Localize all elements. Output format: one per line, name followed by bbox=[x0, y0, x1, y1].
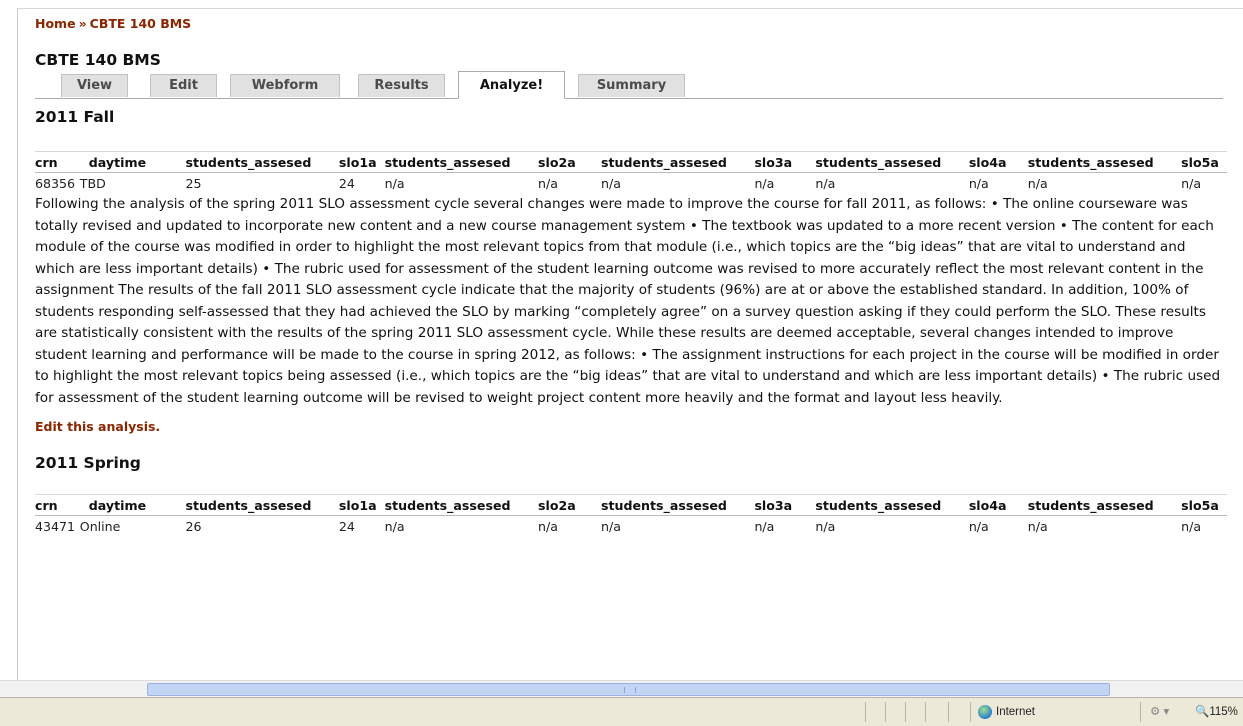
status-pane bbox=[905, 702, 906, 722]
horizontal-scrollbar[interactable] bbox=[0, 680, 1243, 698]
section-title-spring: 2011 Spring bbox=[35, 454, 141, 472]
left-divider bbox=[17, 8, 18, 680]
table-row: 43471 Online 26 24 n/a n/a n/a n/a n/a n… bbox=[35, 516, 1227, 538]
status-pane bbox=[885, 702, 886, 722]
page-viewport: Home» CBTE 140 BMS CBTE 140 BMS View Edit… bbox=[0, 0, 1243, 680]
column-header: crn bbox=[35, 151, 80, 173]
tab-bar: View Edit Webform Results Analyze! Summa… bbox=[35, 71, 1223, 99]
tab-view[interactable]: View bbox=[61, 74, 128, 97]
cell-students-assessed: n/a bbox=[601, 519, 621, 534]
status-bar: Internet ⚙ ▾ 🔍115% bbox=[0, 697, 1243, 726]
protected-mode-icon[interactable]: ⚙ ▾ bbox=[1150, 702, 1169, 722]
globe-icon bbox=[978, 704, 992, 719]
column-header: slo3a bbox=[754, 151, 816, 173]
column-header: slo4a bbox=[968, 151, 1028, 173]
column-header: crn bbox=[35, 494, 80, 516]
column-header: students_assesed bbox=[601, 494, 755, 516]
cell-students-assessed: 26 bbox=[185, 519, 202, 534]
cell-daytime: TBD bbox=[79, 176, 106, 191]
column-header: slo3a bbox=[754, 494, 816, 516]
cell-crn: 43471 bbox=[35, 519, 76, 534]
cell-slo5a: n/a bbox=[1181, 519, 1202, 534]
results-table-spring: crn daytime students_assesed slo1a stude… bbox=[35, 494, 1227, 537]
column-header: daytime bbox=[79, 494, 186, 516]
main-content: Home» CBTE 140 BMS CBTE 140 BMS View Edit… bbox=[35, 14, 1227, 537]
cell-slo5a: n/a bbox=[1181, 176, 1202, 191]
breadcrumb-separator: » bbox=[78, 16, 87, 31]
breadcrumb-home-link[interactable]: Home bbox=[35, 16, 76, 31]
cell-students-assessed: n/a bbox=[384, 176, 405, 191]
column-header: slo5a bbox=[1181, 494, 1227, 516]
status-pane bbox=[925, 702, 926, 722]
column-header: students_assesed bbox=[815, 151, 969, 173]
column-header: students_assesed bbox=[185, 494, 339, 516]
cell-students-assessed: n/a bbox=[1027, 519, 1048, 534]
table-header-row: crn daytime students_assesed slo1a stude… bbox=[35, 151, 1227, 173]
page-title: CBTE 140 BMS bbox=[35, 51, 161, 69]
cell-slo4a: n/a bbox=[968, 519, 989, 534]
column-header: students_assesed bbox=[601, 151, 755, 173]
scrollbar-thumb[interactable] bbox=[147, 683, 1110, 696]
cell-crn: 68356 bbox=[35, 176, 76, 191]
zoom-level: 115% bbox=[1209, 706, 1238, 718]
cell-students-assessed: 25 bbox=[185, 176, 202, 191]
status-pane bbox=[1140, 702, 1141, 722]
table-header-row: crn daytime students_assesed slo1a stude… bbox=[35, 494, 1227, 516]
section-title-fall: 2011 Fall bbox=[35, 108, 115, 126]
column-header: students_assesed bbox=[1027, 151, 1182, 173]
cell-students-assessed: n/a bbox=[815, 519, 836, 534]
security-zone: Internet bbox=[978, 702, 1035, 722]
column-header: students_assesed bbox=[384, 151, 539, 173]
cell-slo3a: n/a bbox=[754, 176, 775, 191]
tab-summary[interactable]: Summary bbox=[578, 74, 685, 97]
cell-students-assessed: n/a bbox=[815, 176, 836, 191]
cell-slo4a: n/a bbox=[968, 176, 989, 191]
cell-students-assessed: n/a bbox=[384, 519, 405, 534]
column-header: slo1a bbox=[338, 151, 385, 173]
breadcrumb: Home» CBTE 140 BMS bbox=[35, 16, 1225, 34]
tab-webform[interactable]: Webform bbox=[230, 74, 340, 97]
scrollbar-grip-icon bbox=[624, 687, 636, 693]
cell-slo2a: n/a bbox=[538, 519, 558, 534]
cell-students-assessed: n/a bbox=[601, 176, 621, 191]
tab-edit[interactable]: Edit bbox=[150, 74, 217, 97]
column-header: students_assesed bbox=[384, 494, 539, 516]
zoom-control[interactable]: 🔍115% bbox=[1195, 702, 1238, 722]
analysis-text: Following the analysis of the spring 201… bbox=[35, 196, 1221, 406]
column-header: slo2a bbox=[538, 151, 602, 173]
column-header: students_assesed bbox=[185, 151, 339, 173]
cell-slo1a: 24 bbox=[338, 519, 355, 534]
column-header: students_assesed bbox=[1027, 494, 1182, 516]
column-header: slo4a bbox=[968, 494, 1028, 516]
table-row: 68356 TBD 25 24 n/a n/a n/a n/a n/a n/a … bbox=[35, 173, 1227, 195]
status-pane bbox=[948, 702, 949, 722]
zone-label: Internet bbox=[996, 706, 1035, 718]
cell-slo2a: n/a bbox=[538, 176, 558, 191]
cell-daytime: Online bbox=[79, 519, 121, 534]
tab-results[interactable]: Results bbox=[358, 74, 445, 97]
status-pane bbox=[865, 702, 866, 722]
column-header: daytime bbox=[79, 151, 186, 173]
cell-slo1a: 24 bbox=[338, 176, 355, 191]
column-header: students_assesed bbox=[815, 494, 969, 516]
cell-students-assessed: n/a bbox=[1027, 176, 1048, 191]
breadcrumb-current-link[interactable]: CBTE 140 BMS bbox=[90, 16, 192, 31]
column-header: slo5a bbox=[1181, 151, 1227, 173]
status-pane bbox=[970, 702, 971, 722]
cell-slo3a: n/a bbox=[754, 519, 775, 534]
tab-analyze[interactable]: Analyze! bbox=[458, 71, 565, 99]
column-header: slo1a bbox=[338, 494, 385, 516]
column-header: slo2a bbox=[538, 494, 602, 516]
edit-analysis-link[interactable]: Edit this analysis. bbox=[35, 419, 1225, 434]
top-divider bbox=[17, 8, 1243, 9]
results-table-fall: crn daytime students_assesed slo1a stude… bbox=[35, 151, 1227, 194]
